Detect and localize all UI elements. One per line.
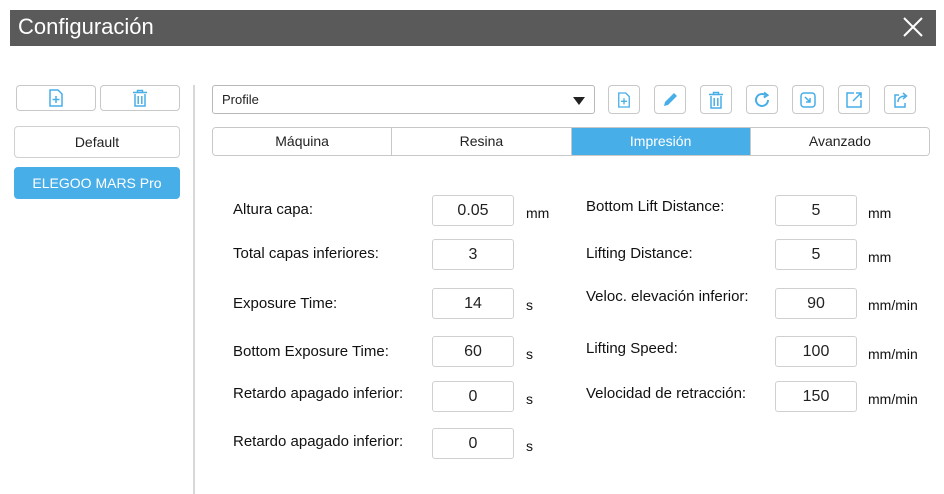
param-label: Retardo apagado inferior: xyxy=(233,433,404,450)
delete-config-button[interactable] xyxy=(700,85,732,114)
param-label: Total capas inferiores: xyxy=(233,245,379,262)
export-button[interactable] xyxy=(838,85,870,114)
panel-divider xyxy=(193,85,195,494)
param-label: Altura capa: xyxy=(233,201,314,218)
window-title: Configuración xyxy=(18,14,154,39)
refresh-icon xyxy=(755,91,770,107)
param-label: Lifting Distance: xyxy=(586,245,693,262)
exposure-time-input[interactable]: 14 xyxy=(432,288,514,319)
profile-item-default[interactable]: Default xyxy=(14,126,180,158)
param-unit: mm xyxy=(868,205,892,221)
lifting-distance-input[interactable]: 5 xyxy=(775,239,857,270)
export-all-icon xyxy=(894,91,908,108)
param-unit: mm xyxy=(526,205,550,221)
add-file-icon xyxy=(49,89,63,107)
tab-impresion[interactable]: Impresión xyxy=(571,128,751,155)
param-label: Retardo apagado inferior: xyxy=(233,385,404,402)
param-label: Velocidad de retracción: xyxy=(586,385,747,402)
settings-tabs: Máquina Resina Impresión Avanzado xyxy=(212,127,930,156)
param-unit: s xyxy=(526,297,533,313)
tab-resina[interactable]: Resina xyxy=(392,128,572,155)
profile-select-value: Profile xyxy=(222,92,259,107)
param-label: Bottom Lift Distance: xyxy=(586,198,725,215)
profile-item-elegoo-mars-pro[interactable]: ELEGOO MARS Pro xyxy=(14,167,180,199)
retract-speed-input[interactable]: 150 xyxy=(775,381,857,412)
param-label: Lifting Speed: xyxy=(586,340,678,357)
bottom-layers-input[interactable]: 3 xyxy=(432,239,514,270)
param-unit: s xyxy=(526,346,533,362)
import-button[interactable] xyxy=(792,85,824,114)
param-unit: s xyxy=(526,391,533,407)
delete-profile-button[interactable] xyxy=(100,85,180,111)
pencil-icon xyxy=(664,92,677,106)
title-bar: Configuración xyxy=(10,10,936,46)
bottom-lift-speed-input[interactable]: 90 xyxy=(775,288,857,319)
param-unit: mm/min xyxy=(868,297,918,313)
export-all-button[interactable] xyxy=(884,85,916,114)
add-file-icon xyxy=(618,91,630,108)
tab-maquina[interactable]: Máquina xyxy=(213,128,393,155)
import-icon xyxy=(800,91,816,108)
bottom-exposure-time-input[interactable]: 60 xyxy=(432,336,514,367)
param-label: Exposure Time: xyxy=(233,295,338,312)
close-icon[interactable] xyxy=(900,14,926,40)
trash-icon xyxy=(709,91,723,109)
edit-config-button[interactable] xyxy=(654,85,686,114)
param-unit: s xyxy=(526,438,533,454)
layer-height-input[interactable]: 0.05 xyxy=(432,195,514,226)
light-off-delay-input[interactable]: 0 xyxy=(432,428,514,459)
param-unit: mm/min xyxy=(868,391,918,407)
refresh-button[interactable] xyxy=(746,85,778,114)
lifting-speed-input[interactable]: 100 xyxy=(775,336,857,367)
export-icon xyxy=(846,91,862,108)
add-config-button[interactable] xyxy=(608,85,640,114)
param-unit: mm/min xyxy=(868,346,918,362)
chevron-down-icon xyxy=(573,97,585,105)
param-label: Bottom Exposure Time: xyxy=(233,343,389,360)
add-profile-button[interactable] xyxy=(16,85,96,111)
bottom-lift-distance-input[interactable]: 5 xyxy=(775,195,857,226)
param-label: Veloc. elevación inferior: xyxy=(586,288,749,305)
bottom-light-off-delay-input[interactable]: 0 xyxy=(432,381,514,412)
tab-avanzado[interactable]: Avanzado xyxy=(750,128,929,155)
param-unit: mm xyxy=(868,249,892,265)
profile-select[interactable]: Profile xyxy=(212,85,595,114)
trash-icon xyxy=(133,89,147,107)
